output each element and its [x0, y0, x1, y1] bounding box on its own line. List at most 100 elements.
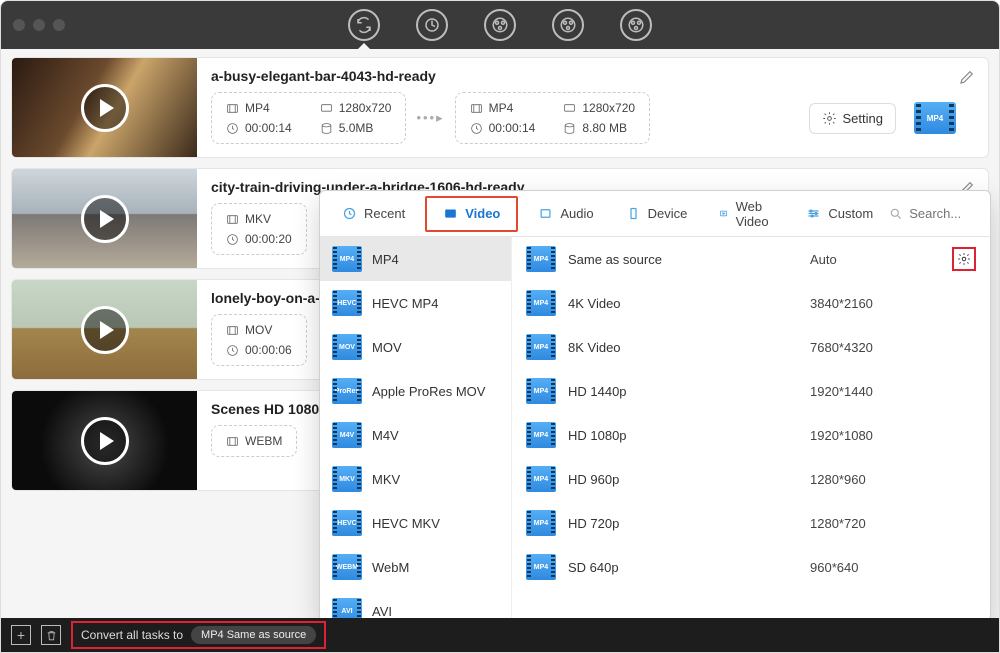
dst-format: MP4: [489, 101, 514, 115]
format-list[interactable]: MP4MP4HEVCHEVC MP4MOVMOVProResApple ProR…: [320, 237, 512, 621]
dest-info: MP4 1280x720 00:00:14 8.80 MB: [455, 92, 650, 144]
preset-row[interactable]: MP48K Video7680*4320: [512, 325, 990, 369]
minimize-dot[interactable]: [33, 19, 45, 31]
tab-audio[interactable]: Audio: [522, 191, 609, 237]
mode-refresh-icon[interactable]: [416, 9, 448, 41]
source-info: MKV 00:00:20: [211, 203, 307, 255]
format-icon: ProRes: [332, 378, 362, 404]
preset-resolution: Auto: [810, 252, 940, 267]
mode-film-x-icon[interactable]: [620, 9, 652, 41]
thumbnail[interactable]: [12, 391, 197, 490]
preset-name: HD 960p: [568, 472, 619, 487]
preset-icon: MP4: [526, 246, 556, 272]
delete-button[interactable]: [41, 625, 61, 645]
preset-row[interactable]: MP4HD 720p1280*720: [512, 501, 990, 545]
format-icon: MKV: [332, 466, 362, 492]
format-label: WebM: [372, 560, 409, 575]
mode-convert-icon[interactable]: [348, 9, 380, 41]
task-title: a-busy-elegant-bar-4043-hd-ready: [211, 68, 974, 84]
format-icon: MOV: [332, 334, 362, 360]
thumbnail[interactable]: [12, 58, 197, 157]
zoom-dot[interactable]: [53, 19, 65, 31]
format-icon: MP4: [332, 246, 362, 272]
search-input[interactable]: [909, 206, 991, 221]
tab-webvideo[interactable]: Web Video: [703, 191, 790, 237]
preset-resolution: 3840*2160: [810, 296, 940, 311]
format-label: HEVC MP4: [372, 296, 438, 311]
preset-resolution: 1920*1440: [810, 384, 940, 399]
preset-resolution: 1920*1080: [810, 428, 940, 443]
preset-gear-icon[interactable]: [952, 247, 976, 271]
tab-device[interactable]: Device: [610, 191, 704, 237]
close-dot[interactable]: [13, 19, 25, 31]
play-icon[interactable]: [81, 195, 129, 243]
preset-row[interactable]: MP4 SD 640p 960*640: [512, 545, 990, 589]
format-label: Apple ProRes MOV: [372, 384, 485, 399]
preset-row[interactable]: MP44K Video3840*2160: [512, 281, 990, 325]
mode-film-plus-icon[interactable]: [552, 9, 584, 41]
thumbnail[interactable]: [12, 169, 197, 268]
src-format: MKV: [245, 212, 271, 226]
convert-all-control[interactable]: Convert all tasks to MP4 Same as source: [71, 621, 326, 649]
task-card[interactable]: a-busy-elegant-bar-4043-hd-ready MP4 128…: [11, 57, 989, 158]
popup-search[interactable]: [889, 206, 991, 221]
setting-label: Setting: [843, 111, 883, 126]
preset-row[interactable]: MP4HD 1440p1920*1440: [512, 369, 990, 413]
preset-icon: MP4: [526, 466, 556, 492]
preset-list[interactable]: MP4Same as sourceAutoMP44K Video3840*216…: [512, 237, 990, 621]
app-window: a-busy-elegant-bar-4043-hd-ready MP4 128…: [0, 0, 1000, 653]
mode-film-icon[interactable]: [484, 9, 516, 41]
dst-duration: 00:00:14: [489, 121, 536, 135]
preset-icon: MP4: [526, 422, 556, 448]
play-icon[interactable]: [81, 84, 129, 132]
setting-button[interactable]: Setting: [809, 103, 896, 134]
src-duration: 00:00:06: [245, 343, 292, 357]
format-icon: HEVC: [332, 510, 362, 536]
format-label: HEVC MKV: [372, 516, 440, 531]
tab-custom[interactable]: Custom: [790, 191, 889, 237]
convert-all-label: Convert all tasks to: [81, 628, 183, 642]
format-badge-label: MP4: [927, 114, 943, 123]
edit-icon[interactable]: [958, 68, 976, 86]
tab-video[interactable]: Video: [425, 196, 518, 232]
format-label: M4V: [372, 428, 399, 443]
format-badge[interactable]: MP4: [914, 99, 956, 137]
format-label: MKV: [372, 472, 400, 487]
preset-row[interactable]: MP4HD 1080p1920*1080: [512, 413, 990, 457]
preset-name: SD 640p: [568, 560, 619, 575]
format-row[interactable]: ProRes Apple ProRes MOV: [320, 369, 511, 413]
preset-name: HD 720p: [568, 516, 619, 531]
format-icon: M4V: [332, 422, 362, 448]
format-label: MOV: [372, 340, 402, 355]
preset-resolution: 960*640: [810, 560, 940, 575]
preset-icon: MP4: [526, 334, 556, 360]
format-row[interactable]: MOV MOV: [320, 325, 511, 369]
arrow-icon: •••▸: [416, 110, 444, 126]
format-row[interactable]: HEVC HEVC MKV: [320, 501, 511, 545]
source-info: WEBM: [211, 425, 297, 457]
format-label: AVI: [372, 604, 392, 619]
format-row[interactable]: AVIAVI: [320, 589, 511, 621]
preset-icon: MP4: [526, 554, 556, 580]
add-button[interactable]: +: [11, 625, 31, 645]
preset-row[interactable]: MP4Same as sourceAuto: [512, 237, 990, 281]
preset-icon: MP4: [526, 510, 556, 536]
convert-all-value[interactable]: MP4 Same as source: [191, 626, 316, 644]
src-duration: 00:00:14: [245, 121, 292, 135]
src-format: WEBM: [245, 434, 282, 448]
play-icon[interactable]: [81, 417, 129, 465]
window-controls: [13, 19, 65, 31]
play-icon[interactable]: [81, 306, 129, 354]
dst-size: 8.80 MB: [582, 121, 627, 135]
format-row[interactable]: HEVCHEVC MP4: [320, 281, 511, 325]
format-row[interactable]: M4V M4V: [320, 413, 511, 457]
format-row[interactable]: WEBMWebM: [320, 545, 511, 589]
dst-resolution: 1280x720: [582, 101, 635, 115]
tab-recent[interactable]: Recent: [326, 191, 421, 237]
format-row[interactable]: MP4MP4: [320, 237, 511, 281]
preset-row[interactable]: MP4HD 960p1280*960: [512, 457, 990, 501]
src-format: MP4: [245, 101, 270, 115]
thumbnail[interactable]: [12, 280, 197, 379]
format-row[interactable]: MKV MKV: [320, 457, 511, 501]
source-info: MOV 00:00:06: [211, 314, 307, 366]
